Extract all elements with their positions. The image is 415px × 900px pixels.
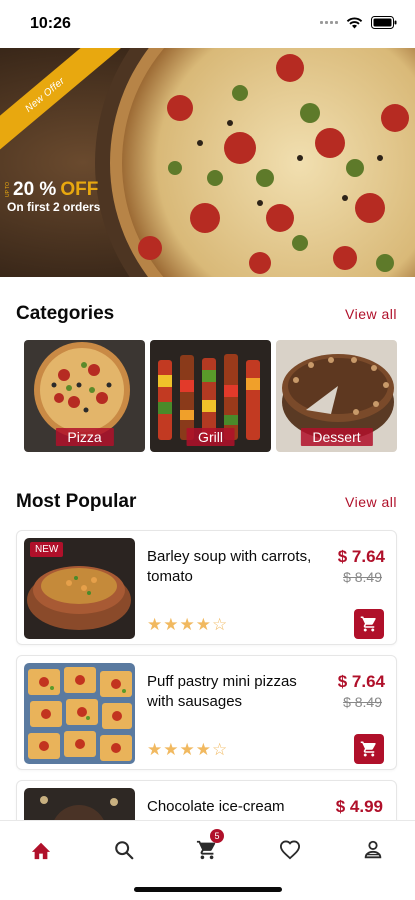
- tab-home[interactable]: [26, 835, 56, 865]
- category-label: Dessert: [300, 428, 373, 446]
- category-dessert[interactable]: Dessert: [276, 340, 397, 452]
- price-original: $ 8.49: [343, 694, 382, 710]
- offer-banner[interactable]: New Offer UP TO 20 % OFF On first 2 orde…: [0, 48, 415, 277]
- add-to-cart-button[interactable]: [354, 609, 384, 639]
- offer-subtitle: On first 2 orders: [7, 200, 101, 214]
- food-name: Barley soup with carrots, tomato: [147, 548, 312, 585]
- category-grill[interactable]: Grill: [150, 340, 271, 452]
- price-current: $ 4.99: [335, 797, 383, 816]
- category-pizza[interactable]: Pizza: [24, 340, 145, 452]
- discount-headline: UP TO 20 % OFF: [5, 179, 99, 201]
- wifi-icon: [346, 16, 363, 29]
- battery-icon: [371, 16, 397, 29]
- discount-amount: 20 %: [13, 179, 57, 200]
- tab-cart[interactable]: 5: [192, 829, 224, 865]
- new-badge: NEW: [30, 542, 64, 557]
- rating-stars: ★★★★☆: [147, 615, 229, 634]
- cart-count-badge: 5: [210, 829, 224, 843]
- food-name: Puff pastry mini pizzas with sausages: [147, 673, 297, 710]
- add-to-cart-button[interactable]: [354, 734, 384, 764]
- status-time: 10:26: [30, 15, 71, 32]
- rating-stars: ★★★★☆: [147, 740, 229, 759]
- cart-icon: [360, 741, 376, 757]
- tab-profile[interactable]: [358, 835, 388, 865]
- cellular-signal-icon: [320, 21, 338, 24]
- heart-icon: [279, 840, 301, 860]
- status-icons: [320, 16, 397, 29]
- bottom-tab-bar: 5: [0, 820, 415, 900]
- search-icon: [115, 841, 134, 860]
- food-thumbnail: [24, 663, 135, 764]
- food-card-barley-soup[interactable]: NEW Barley soup with carrots, tomato $ 7…: [16, 530, 397, 645]
- categories-view-all-link[interactable]: View all: [345, 306, 397, 322]
- status-bar: 10:26: [0, 0, 415, 48]
- food-card-mini-pizzas[interactable]: Puff pastry mini pizzas with sausages $ …: [16, 655, 397, 770]
- categories-title: Categories: [16, 303, 115, 324]
- upto-label: UP TO: [5, 182, 11, 198]
- food-thumbnail: NEW: [24, 538, 135, 639]
- price-original: $ 8.49: [343, 569, 382, 585]
- price-current: $ 7.64: [337, 672, 385, 691]
- popular-view-all-link[interactable]: View all: [345, 494, 397, 510]
- food-name: Chocolate ice-cream: [147, 798, 285, 815]
- home-icon: [31, 842, 51, 860]
- discount-off: OFF: [60, 179, 99, 200]
- most-popular-title: Most Popular: [16, 491, 137, 512]
- cart-icon: [360, 616, 376, 632]
- price-current: $ 7.64: [337, 547, 385, 566]
- category-label: Pizza: [55, 428, 114, 446]
- home-indicator: [134, 887, 282, 892]
- category-label: Grill: [186, 428, 235, 446]
- tab-search[interactable]: [109, 835, 139, 865]
- tab-favorites[interactable]: [275, 835, 305, 865]
- profile-icon: [364, 840, 382, 859]
